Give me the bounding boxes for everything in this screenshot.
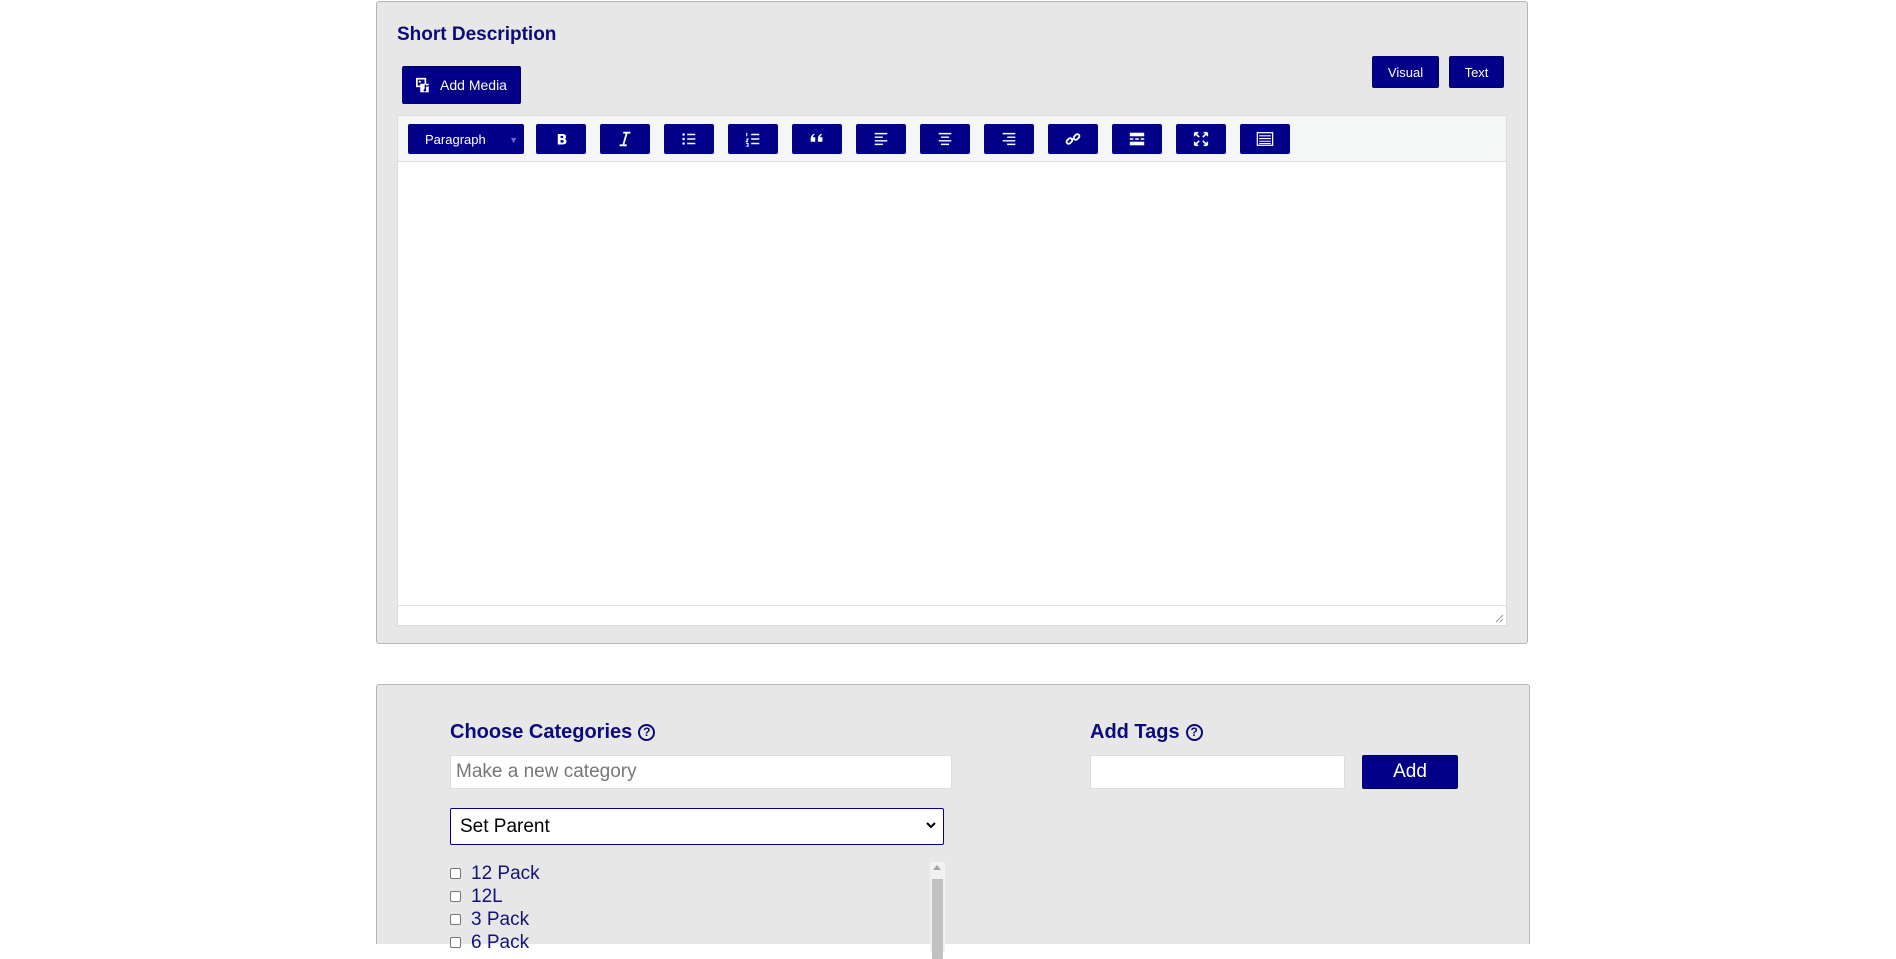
- italic-button[interactable]: [600, 124, 650, 154]
- category-checkbox[interactable]: [450, 891, 461, 902]
- new-category-input[interactable]: [450, 755, 952, 789]
- set-parent-value: Set Parent: [460, 815, 550, 837]
- rich-text-editor: Paragraph ▼ B: [397, 115, 1507, 626]
- read-more-button[interactable]: [1112, 124, 1162, 154]
- kitchen-sink-icon: [1256, 132, 1274, 146]
- format-select[interactable]: Paragraph ▼: [408, 124, 524, 154]
- add-tags-label: Add Tags: [1090, 721, 1180, 743]
- add-media-icon: [416, 77, 429, 92]
- bold-button[interactable]: B: [536, 124, 586, 154]
- align-left-icon: [874, 132, 888, 146]
- list-item[interactable]: 12L: [450, 885, 944, 908]
- category-checkbox[interactable]: [450, 937, 461, 948]
- set-parent-select[interactable]: Set Parent: [450, 808, 944, 845]
- tab-text[interactable]: Text: [1449, 56, 1504, 88]
- scrollbar-thumb[interactable]: [932, 879, 943, 959]
- add-tags-heading: Add Tags ?: [1090, 721, 1203, 744]
- align-center-button[interactable]: [920, 124, 970, 154]
- insert-link-button[interactable]: [1048, 124, 1098, 154]
- quote-icon: [810, 133, 823, 142]
- chevron-down-icon: [926, 822, 936, 829]
- scroll-up-icon[interactable]: [933, 865, 941, 870]
- list-item[interactable]: 12 Pack: [450, 862, 944, 885]
- read-more-icon: [1129, 132, 1145, 146]
- add-media-button[interactable]: Add Media: [402, 66, 521, 104]
- editor-content-area[interactable]: [398, 162, 1506, 606]
- add-tag-button[interactable]: Add: [1362, 755, 1458, 789]
- editor-status-bar: [398, 605, 1506, 625]
- link-icon: [1065, 133, 1081, 145]
- choose-categories-label: Choose Categories: [450, 721, 633, 743]
- tab-visual[interactable]: Visual: [1372, 56, 1439, 88]
- add-media-label: Add Media: [440, 77, 507, 93]
- short-description-panel: Short Description Add Media Visual Text …: [376, 1, 1528, 644]
- bullet-list-button[interactable]: [664, 124, 714, 154]
- category-label: 3 Pack: [471, 908, 530, 930]
- bullet-list-icon: [682, 133, 696, 145]
- editor-toolbar: Paragraph ▼ B: [398, 116, 1506, 162]
- align-center-icon: [938, 132, 952, 146]
- bold-icon: B: [557, 132, 568, 148]
- list-item[interactable]: 3 Pack: [450, 908, 944, 931]
- align-right-icon: [1002, 132, 1016, 146]
- caret-down-icon: ▼: [509, 135, 518, 145]
- tag-input[interactable]: [1090, 755, 1345, 789]
- taxonomy-panel: Choose Categories ? Set Parent 12 Pack 1…: [376, 684, 1530, 959]
- numbered-list-icon: [745, 132, 760, 147]
- numbered-list-button[interactable]: [728, 124, 778, 154]
- category-checkbox[interactable]: [450, 868, 461, 879]
- choose-categories-heading: Choose Categories ?: [450, 721, 656, 744]
- category-label: 12L: [471, 885, 503, 907]
- fullscreen-button[interactable]: [1176, 124, 1226, 154]
- align-right-button[interactable]: [984, 124, 1034, 154]
- help-icon[interactable]: ?: [1185, 724, 1203, 741]
- blockquote-button[interactable]: [792, 124, 842, 154]
- category-list-scrollbar[interactable]: [930, 862, 945, 959]
- italic-icon: [619, 131, 631, 147]
- category-checkbox[interactable]: [450, 914, 461, 925]
- list-item[interactable]: 6 Pack: [450, 931, 944, 952]
- category-label: 6 Pack: [471, 931, 530, 953]
- resize-handle-icon[interactable]: [1494, 613, 1504, 623]
- category-list: 12 Pack 12L 3 Pack 6 Pack: [450, 862, 944, 952]
- toolbar-toggle-button[interactable]: [1240, 124, 1290, 154]
- svg-text:B: B: [557, 132, 568, 148]
- format-select-value: Paragraph: [425, 131, 486, 147]
- help-icon[interactable]: ?: [638, 724, 656, 741]
- short-description-title: Short Description: [397, 24, 557, 45]
- category-label: 12 Pack: [471, 862, 540, 884]
- align-left-button[interactable]: [856, 124, 906, 154]
- fullscreen-icon: [1193, 131, 1209, 147]
